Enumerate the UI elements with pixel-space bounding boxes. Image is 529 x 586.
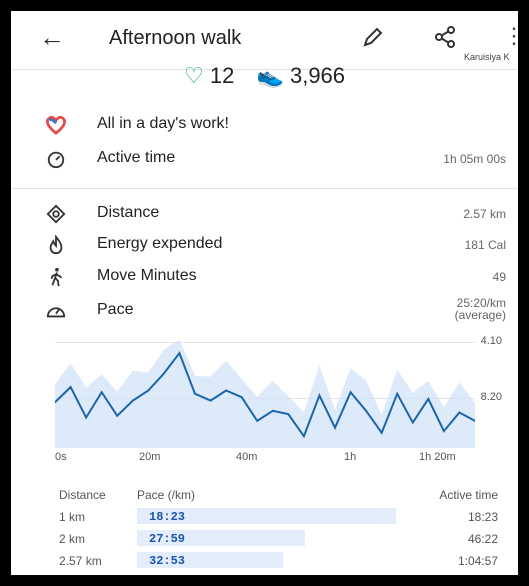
pace-point — [380, 432, 383, 434]
move-minutes-label: Move Minutes — [97, 267, 197, 284]
pace-point — [240, 396, 243, 398]
back-arrow-icon[interactable]: ← — [39, 23, 65, 51]
x-tick-4: 1h 20m — [419, 451, 456, 463]
x-tick-0: 0s — [55, 451, 67, 463]
table-row-pace: 27:59 — [149, 532, 186, 546]
y-tick-top: 4.10 — [480, 335, 502, 347]
steps-value: 3,966 — [289, 63, 346, 88]
pace-point — [334, 426, 336, 429]
pace-point — [272, 410, 274, 412]
x-tick-2: 40m — [236, 451, 258, 463]
table-row-distance: 1 km — [59, 510, 86, 524]
pace-point — [427, 398, 430, 400]
energy-icon — [45, 234, 71, 257]
pace-point — [163, 372, 165, 375]
table-header-time: Active time — [439, 488, 498, 502]
table-row-time: 18:23 — [467, 510, 498, 524]
steps-icon: 👟 — [256, 63, 284, 88]
table-row-pace: 18:23 — [149, 510, 186, 524]
x-tick-1: 20m — [139, 451, 161, 463]
timer-icon — [45, 149, 71, 171]
table-row-distance: 2.57 km — [59, 554, 102, 568]
table-header-pace: Pace (/km) — [137, 488, 196, 502]
pace-point — [365, 410, 367, 412]
pace-point — [69, 386, 72, 388]
pace-point — [412, 421, 414, 424]
pace-chart — [55, 340, 475, 448]
pace-value-note: (average) — [454, 308, 506, 322]
active-time-label: Active time — [97, 149, 176, 166]
table-row-distance: 2 km — [59, 532, 86, 546]
x-tick-3: 1h — [344, 451, 357, 463]
share-icon[interactable] — [433, 25, 457, 49]
pace-point — [458, 411, 461, 414]
pace-point — [396, 393, 399, 395]
pace-point — [194, 393, 196, 395]
pace-point — [85, 416, 87, 419]
table-row-time: 46:22 — [467, 532, 498, 546]
pace-point — [318, 394, 321, 397]
motivation-text: All in a day's work! — [97, 115, 229, 132]
heart-points-icon: ♡ — [183, 63, 204, 88]
pace-point — [349, 391, 352, 393]
energy-label: Energy expended — [97, 235, 223, 252]
location-icon — [45, 204, 71, 226]
pace-point — [178, 352, 181, 354]
activity-title[interactable]: Afternoon walk — [109, 27, 241, 50]
pace-point — [132, 399, 134, 402]
move-minutes-value: 49 — [492, 270, 506, 284]
pace-point — [256, 420, 258, 422]
pace-point — [443, 430, 445, 432]
table-row-time: 1:04:57 — [457, 554, 498, 568]
distance-label: Distance — [97, 204, 160, 221]
username-label: Karuisiya K — [464, 52, 510, 62]
pace-point — [116, 415, 118, 417]
distance-value: 2.57 km — [463, 207, 506, 221]
y-tick-mid: 8.20 — [480, 391, 502, 403]
pace-label: Pace — [97, 301, 134, 318]
more-vertical-icon[interactable]: ⋮ — [503, 25, 518, 47]
pace-point — [287, 413, 290, 415]
pace-value: 25:20/km (average) — [455, 297, 506, 321]
heart-points-value: 12 — [209, 63, 235, 88]
speedometer-icon — [45, 301, 71, 323]
pace-point — [100, 391, 103, 393]
activity-detail-screen: ← Afternoon walk ⋮ Karuisiya K ♡ 12 👟 3,… — [11, 11, 518, 575]
pace-point — [303, 435, 305, 437]
section-divider — [11, 188, 518, 189]
heart-icon — [45, 115, 71, 137]
pace-point — [209, 399, 212, 402]
energy-value: 181 Cal — [464, 238, 506, 252]
pace-point — [147, 389, 150, 392]
pencil-icon[interactable] — [361, 25, 385, 49]
pace-area-band — [55, 340, 475, 448]
table-header-distance: Distance — [59, 488, 106, 502]
top-app-bar: ← Afternoon walk ⋮ Karuisiya K — [11, 11, 518, 69]
summary-stats: ♡ 12 👟 3,966 — [11, 63, 518, 95]
active-time-value: 1h 05m 00s — [443, 152, 506, 166]
table-row-pace: 32:53 — [149, 554, 186, 568]
walker-icon — [45, 267, 71, 289]
pace-point — [225, 389, 227, 392]
